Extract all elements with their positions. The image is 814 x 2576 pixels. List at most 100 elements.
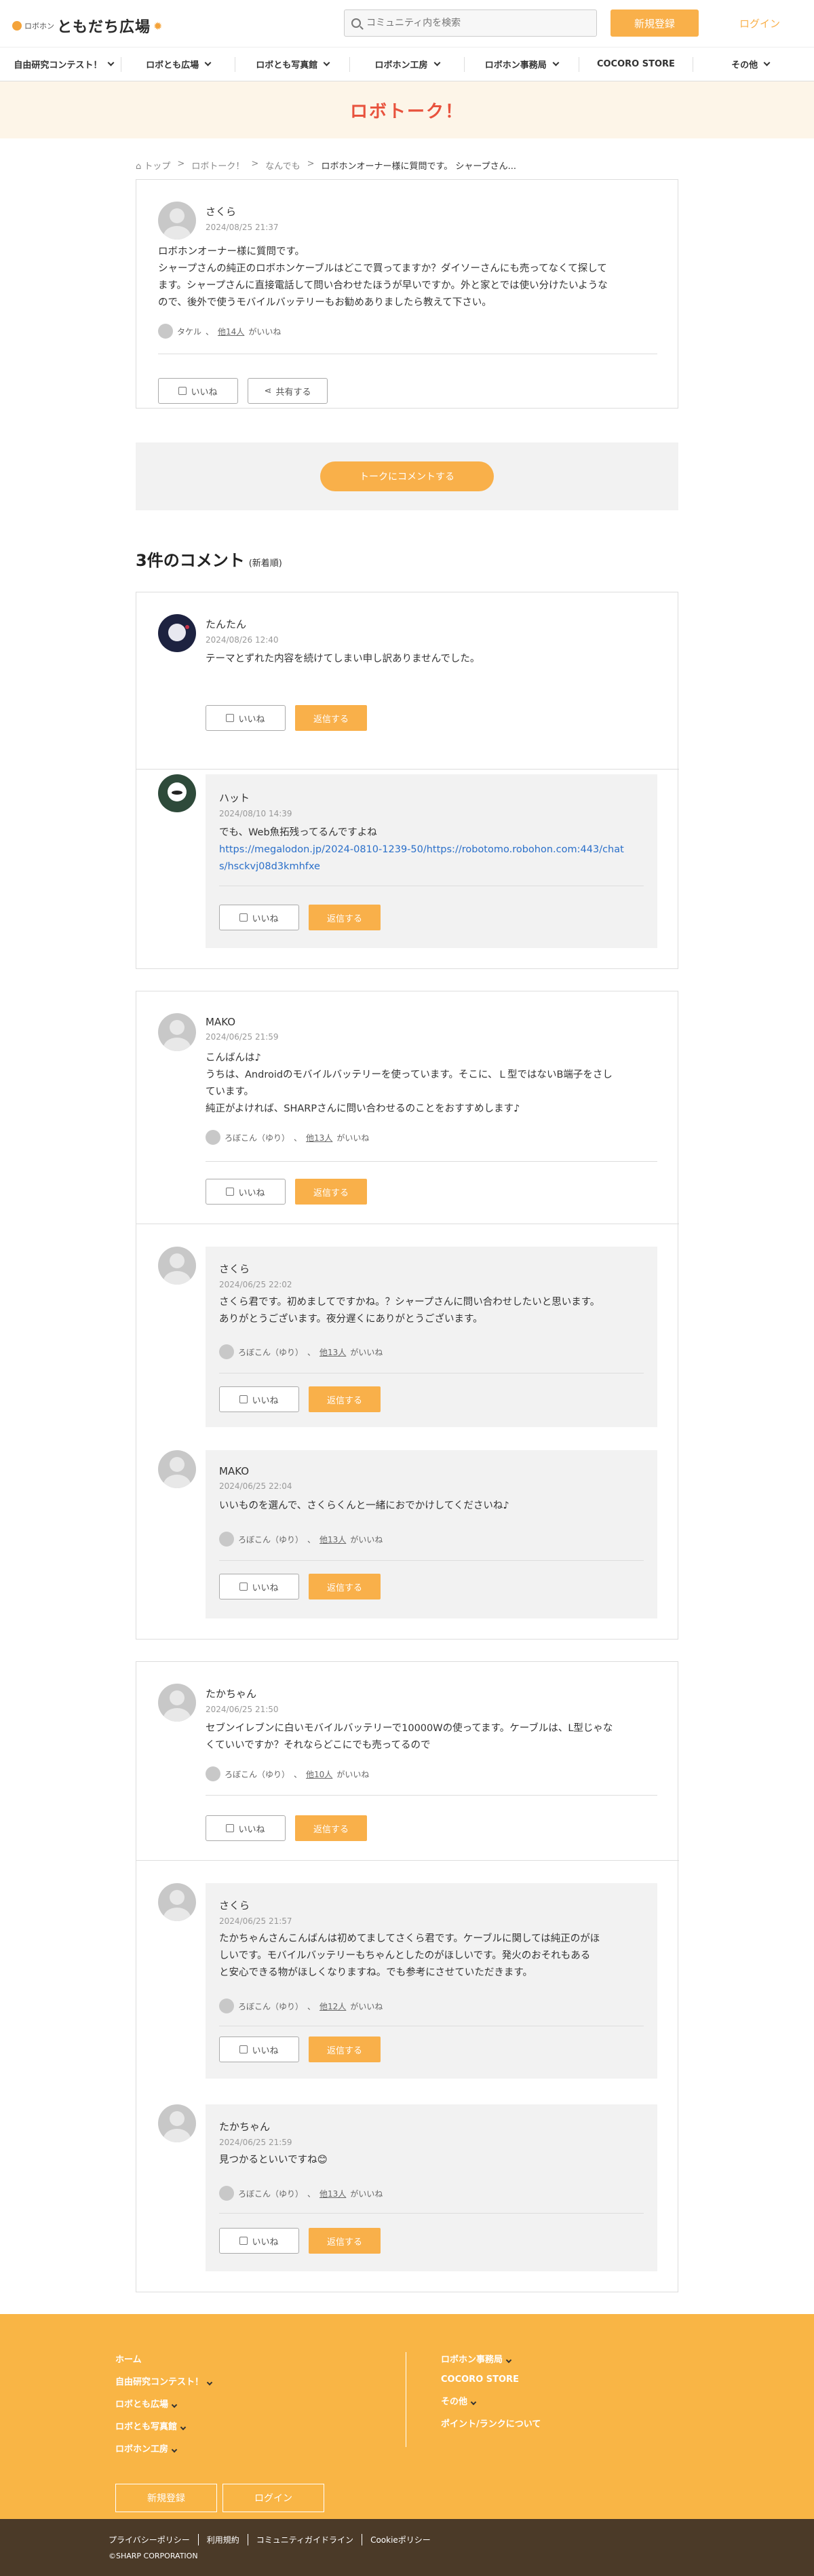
reply-author[interactable]: たかちゃん bbox=[219, 2119, 292, 2134]
likes-others-link[interactable]: 他13人 bbox=[306, 1132, 332, 1143]
like-button[interactable]: いいね bbox=[219, 2037, 299, 2062]
footer-link-label: ロボとも広場 bbox=[115, 2400, 169, 2410]
reply-button[interactable]: 返信する bbox=[309, 905, 381, 930]
footer-link-other[interactable]: その他 bbox=[441, 2394, 541, 2407]
comment-author[interactable]: MAKO bbox=[206, 1016, 279, 1028]
post-like-button[interactable]: いいね bbox=[158, 378, 238, 404]
footer-bottom-bar: プライバシーポリシー 利用規約 コミュニティガイドライン Cookieポリシー … bbox=[0, 2519, 814, 2576]
reply-button[interactable]: 返信する bbox=[309, 2228, 381, 2254]
liker-name[interactable]: タケル bbox=[177, 326, 201, 337]
divider bbox=[136, 769, 679, 770]
liker-name[interactable]: ろぼこん（ゆり） bbox=[238, 2001, 303, 2012]
nav-item-photo[interactable]: ロボとも写真館 bbox=[235, 56, 351, 72]
chevron-down-icon bbox=[763, 59, 771, 67]
nav-item-contest[interactable]: 自由研究コンテスト！ bbox=[7, 56, 121, 72]
avatar[interactable] bbox=[158, 1883, 196, 1921]
avatar[interactable] bbox=[158, 614, 196, 652]
reply-link[interactable]: https://megalodon.jp/2024-0810-1239-50/h… bbox=[219, 841, 646, 858]
liker-name[interactable]: ろぼこん（ゆり） bbox=[238, 1534, 303, 1545]
reply-likes: ろぼこん（ゆり） 、 他12人 がいいね bbox=[219, 1999, 383, 2013]
liker-name[interactable]: ろぼこん（ゆり） bbox=[225, 1768, 290, 1780]
reply-author[interactable]: ハット bbox=[219, 791, 292, 805]
footer-link-photo[interactable]: ロボとも写真館 bbox=[115, 2419, 212, 2432]
like-button[interactable]: いいね bbox=[219, 1386, 299, 1412]
comment-body: テーマとずれた内容を続けてしまい申し訳ありませんでした。 bbox=[206, 654, 480, 664]
comment-author[interactable]: たかちゃん bbox=[206, 1686, 279, 1701]
avatar[interactable] bbox=[158, 774, 196, 812]
register-button[interactable]: 新規登録 bbox=[610, 10, 699, 37]
comment-on-talk-button[interactable]: トークにコメントする bbox=[320, 461, 494, 491]
footer-login-button[interactable]: ログイン bbox=[222, 2484, 324, 2512]
site-logo[interactable]: ロボホン ともだち広場 ✹ bbox=[12, 15, 162, 37]
guidelines-link[interactable]: コミュニティガイドライン bbox=[256, 2534, 363, 2545]
nav-item-robotomo[interactable]: ロボとも広場 bbox=[121, 56, 236, 72]
reply-button[interactable]: 返信する bbox=[295, 1815, 367, 1841]
like-button[interactable]: いいね bbox=[206, 1815, 286, 1841]
breadcrumb-home[interactable]: ⌂ トップ bbox=[136, 159, 170, 172]
liker-avatar bbox=[206, 1130, 220, 1145]
reply-button[interactable]: 返信する bbox=[309, 1386, 381, 1412]
like-label: いいね bbox=[252, 1395, 279, 1406]
likes-others-link[interactable]: 他13人 bbox=[319, 1346, 346, 1358]
post-author[interactable]: さくら bbox=[206, 204, 279, 219]
privacy-policy-link[interactable]: プライバシーポリシー bbox=[109, 2534, 199, 2545]
nav-item-kobo[interactable]: ロボホン工房 bbox=[350, 56, 465, 72]
like-button[interactable]: いいね bbox=[206, 1179, 286, 1205]
avatar[interactable] bbox=[158, 1247, 196, 1285]
likes-others-link[interactable]: 他13人 bbox=[319, 1534, 346, 1545]
nav-item-store[interactable]: COCORO STORE bbox=[579, 56, 694, 72]
nav-label: COCORO STORE bbox=[596, 59, 675, 69]
like-button[interactable]: いいね bbox=[219, 1574, 299, 1599]
liker-name[interactable]: ろぼこん（ゆり） bbox=[225, 1132, 290, 1143]
reply-button[interactable]: 返信する bbox=[309, 1574, 381, 1599]
avatar[interactable] bbox=[158, 1684, 196, 1722]
liker-name[interactable]: ろぼこん（ゆり） bbox=[238, 2188, 303, 2199]
breadcrumb-robotalk[interactable]: ロボトーク！ bbox=[191, 159, 244, 172]
nav-item-office[interactable]: ロボホン事務局 bbox=[465, 56, 579, 72]
reply-button[interactable]: 返信する bbox=[295, 1179, 367, 1205]
footer-right-links: ロボホン事務局 COCORO STORE その他 ポイント/ランクについて bbox=[441, 2352, 541, 2439]
footer-link-robotomo[interactable]: ロボとも広場 bbox=[115, 2397, 212, 2410]
footer-link-home[interactable]: ホーム bbox=[115, 2352, 212, 2365]
footer-link-kobo[interactable]: ロボホン工房 bbox=[115, 2442, 212, 2455]
footer-link-office[interactable]: ロボホン事務局 bbox=[441, 2352, 541, 2365]
comment-author[interactable]: たんたん bbox=[206, 617, 279, 631]
login-link[interactable]: ログイン bbox=[719, 10, 800, 37]
footer-link-label: ホーム bbox=[115, 2355, 142, 2365]
reply-button[interactable]: 返信する bbox=[309, 2037, 381, 2062]
avatar[interactable] bbox=[158, 1013, 196, 1051]
reply-link[interactable]: s/hsckvj08d3kmhfxe bbox=[219, 858, 646, 875]
likes-others-link[interactable]: 他12人 bbox=[319, 2001, 346, 2012]
liker-avatar bbox=[158, 324, 173, 339]
like-button[interactable]: いいね bbox=[219, 905, 299, 930]
chevron-down-icon bbox=[204, 59, 212, 67]
breadcrumb-category[interactable]: なんでも bbox=[265, 159, 300, 172]
reply-author[interactable]: さくら bbox=[219, 1898, 292, 1912]
chevron-down-icon bbox=[505, 2357, 512, 2364]
reply-author[interactable]: さくら bbox=[219, 1262, 292, 1276]
comment-line: 純正がよければ、SHARPさんに問い合わせるのことをおすすめします♪ bbox=[206, 1103, 520, 1114]
likes-others-link[interactable]: 他14人 bbox=[218, 326, 244, 337]
like-button[interactable]: いいね bbox=[206, 705, 286, 731]
avatar[interactable] bbox=[158, 202, 196, 240]
likes-others-link[interactable]: 他10人 bbox=[306, 1768, 332, 1780]
footer-link-contest[interactable]: 自由研究コンテスト！ bbox=[115, 2374, 213, 2387]
search-input[interactable] bbox=[366, 18, 583, 29]
footer-register-button[interactable]: 新規登録 bbox=[115, 2484, 217, 2512]
cookie-policy-link[interactable]: Cookieポリシー bbox=[370, 2534, 439, 2545]
post-share-button[interactable]: ⋖ 共有する bbox=[248, 378, 328, 404]
liker-name[interactable]: ろぼこん（ゆり） bbox=[238, 1346, 303, 1358]
reply-author[interactable]: MAKO bbox=[219, 1465, 292, 1477]
terms-link[interactable]: 利用規約 bbox=[207, 2534, 248, 2545]
like-button[interactable]: いいね bbox=[219, 2228, 299, 2254]
avatar[interactable] bbox=[158, 1450, 196, 1488]
footer-link-store[interactable]: COCORO STORE bbox=[441, 2374, 541, 2385]
search-box[interactable] bbox=[344, 10, 597, 37]
footer-link-points[interactable]: ポイント/ランクについて bbox=[441, 2417, 541, 2429]
nav-item-other[interactable]: その他 bbox=[693, 57, 807, 72]
likes-others-link[interactable]: 他13人 bbox=[319, 2188, 346, 2199]
nav-label: ロボとも広場 bbox=[146, 60, 199, 71]
comment-thread: たんたん 2024/08/26 12:40 テーマとずれた内容を続けてしまい申し… bbox=[136, 592, 679, 969]
avatar[interactable] bbox=[158, 2104, 196, 2142]
reply-button[interactable]: 返信する bbox=[295, 705, 367, 731]
